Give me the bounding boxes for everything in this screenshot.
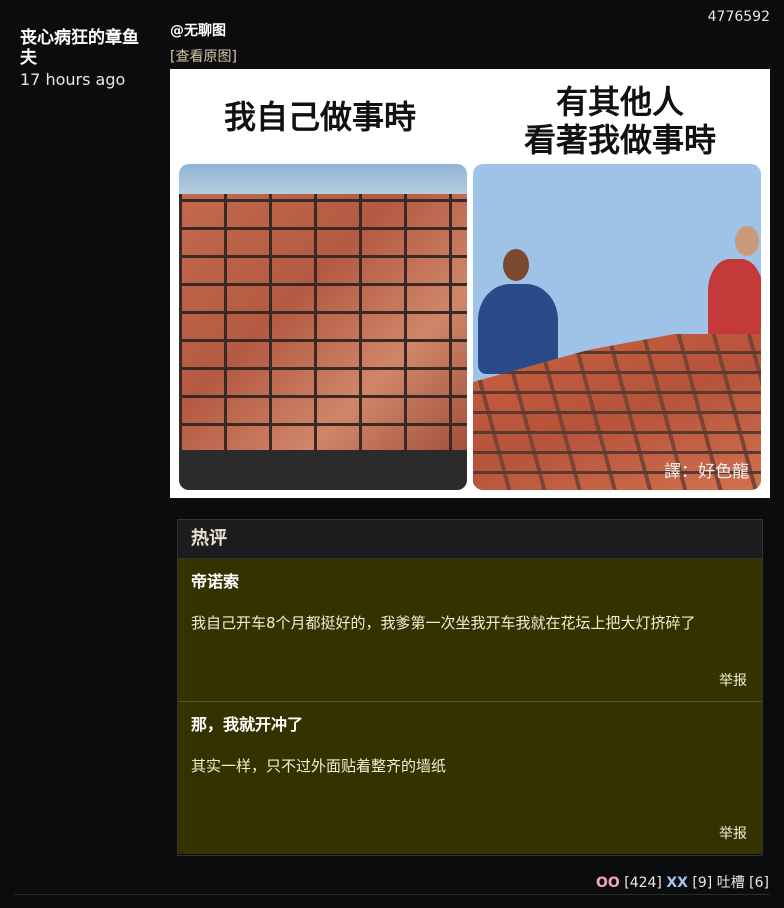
author-info: 丧心病狂的章鱼夫 17 hours ago [20, 28, 150, 89]
post-content: @无聊图 [查看原图] [170, 20, 770, 66]
xx-vote-button[interactable]: XX [666, 875, 688, 891]
worker-head [735, 226, 759, 256]
wall-foundation [179, 450, 467, 490]
author-name[interactable]: 丧心病狂的章鱼夫 [20, 28, 150, 68]
meme-image[interactable]: 我自己做事時 有其他人 看著我做事時 譯：好色龍 [170, 69, 770, 498]
meme-caption-right-line2: 看著我做事時 [523, 121, 716, 159]
translator-credit: 譯：好色龍 [664, 462, 749, 482]
view-original-link[interactable]: [查看原图] [170, 46, 770, 66]
report-button[interactable]: 举报 [719, 823, 747, 843]
comment-text: 其实一样，只不过外面贴着整齐的墙纸 [191, 757, 447, 775]
report-button[interactable]: 举报 [719, 670, 747, 690]
worker-red-jacket [708, 259, 761, 339]
messy-brick-wall-photo: 譯：好色龍 [473, 164, 761, 490]
tucao-count: [6] [749, 875, 769, 891]
brick-wall [179, 194, 467, 454]
tucao-button[interactable]: 吐槽 [717, 875, 745, 891]
vote-bar: OO [424] XX [9] 吐槽 [6] [596, 872, 769, 892]
oo-vote-button[interactable]: OO [596, 875, 620, 891]
xx-count: [9] [692, 875, 713, 891]
comment-text: 我自己开车8个月都挺好的，我爹第一次坐我开车我就在花坛上把大灯挤碎了 [191, 614, 696, 632]
comment-item: 帝诺索 我自己开车8个月都挺好的，我爹第一次坐我开车我就在花坛上把大灯挤碎了 举… [178, 559, 762, 702]
divider [14, 894, 770, 895]
oo-count: [424] [624, 875, 662, 891]
hot-comments-panel: 热评 帝诺索 我自己开车8个月都挺好的，我爹第一次坐我开车我就在花坛上把大灯挤碎… [177, 519, 763, 856]
comment-author[interactable]: 那，我就开冲了 [191, 711, 303, 735]
comment-author[interactable]: 帝诺索 [191, 568, 239, 592]
meme-caption-left: 我自己做事時 [223, 98, 416, 136]
meme-caption-right: 有其他人 看著我做事時 [470, 83, 770, 159]
hot-comments-title: 热评 [178, 520, 762, 559]
mention-tag: @无聊图 [170, 23, 226, 39]
meme-caption-right-line1: 有其他人 [555, 83, 684, 121]
worker-head [503, 249, 529, 281]
worker-blue-jacket [478, 284, 558, 374]
neat-brick-wall-photo [179, 164, 467, 490]
comment-item: 那，我就开冲了 其实一样，只不过外面贴着整齐的墙纸 举报 [178, 702, 762, 854]
post-time: 17 hours ago [20, 70, 126, 89]
